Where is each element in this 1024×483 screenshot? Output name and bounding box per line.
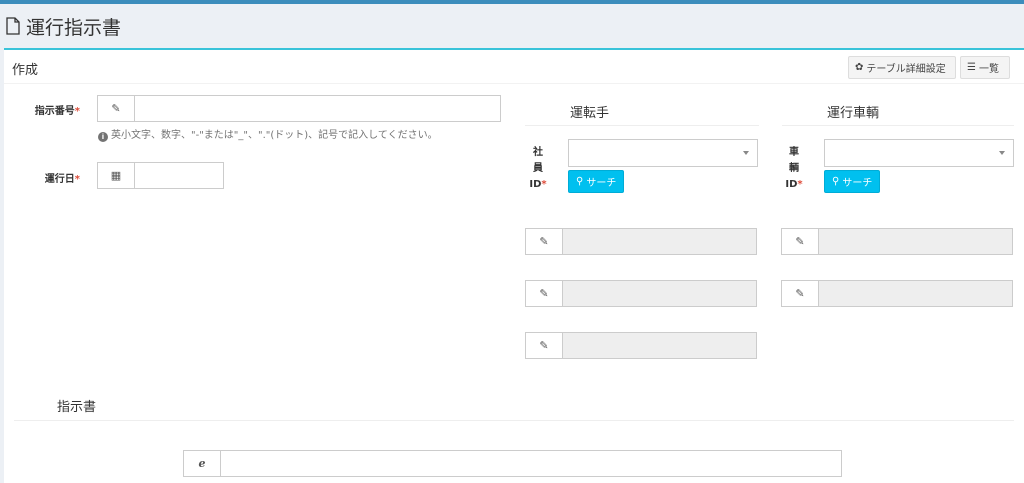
employee-id-select[interactable] <box>568 139 758 167</box>
operation-date-input[interactable] <box>134 162 224 189</box>
pencil-icon: ✎ <box>97 95 135 122</box>
operation-date-label: 運行日* <box>14 170 80 185</box>
panel-title: 作成 <box>12 63 39 78</box>
driver-field-1 <box>562 228 757 255</box>
magnifier-icon: ⚲ <box>832 176 840 187</box>
employee-id-label: 社 員 ID* <box>528 145 548 193</box>
vehicle-id-select[interactable] <box>824 139 1014 167</box>
divider <box>14 420 1014 421</box>
divider <box>782 125 1014 126</box>
divider <box>525 125 759 126</box>
panel-header: 作成 ✿ テーブル詳細設定 ☰ 一覧 <box>4 50 1024 84</box>
pencil-icon: ✎ <box>781 228 819 255</box>
instruction-input[interactable] <box>220 450 842 477</box>
instruction-section-title: 指示書 <box>57 400 97 415</box>
chevron-down-icon <box>999 151 1005 155</box>
label-char: ID <box>785 179 798 190</box>
required-mark: * <box>541 179 547 190</box>
instruction-number-label: 指示番号* <box>14 102 80 117</box>
table-settings-label: テーブル詳細設定 <box>866 64 946 75</box>
pencil-icon: ✎ <box>525 228 563 255</box>
vehicle-search-button[interactable]: ⚲ サーチ <box>824 170 881 193</box>
vehicle-section-title: 運行車輌 <box>827 106 880 121</box>
magnifier-icon: ⚲ <box>576 176 584 187</box>
label-char: 員 <box>533 163 543 174</box>
help-text: 英小文字、数字、"-"または"_"、"."(ドット)、記号で記入してください。 <box>111 130 438 141</box>
instruction-number-help: i 英小文字、数字、"-"または"_"、"."(ドット)、記号で記入してください。 <box>98 126 438 142</box>
create-panel: 作成 ✿ テーブル詳細設定 ☰ 一覧 指示番号* ✎ i 英小文字、数字、"-"ま… <box>4 48 1024 483</box>
required-mark: * <box>797 179 803 190</box>
vehicle-field-1 <box>818 228 1013 255</box>
required-mark: * <box>74 106 80 117</box>
table-settings-button[interactable]: ✿ テーブル詳細設定 <box>848 56 956 79</box>
vehicle-field-2 <box>818 280 1013 307</box>
driver-field-2 <box>562 280 757 307</box>
pencil-icon: ✎ <box>781 280 819 307</box>
label-char: 車 <box>789 147 799 158</box>
internet-explorer-icon: e <box>183 450 221 477</box>
chevron-down-icon <box>743 151 749 155</box>
document-icon <box>6 17 20 35</box>
instruction-number-label-text: 指示番号 <box>34 106 75 117</box>
page-header: 運行指示書 <box>0 4 1024 48</box>
pencil-icon: ✎ <box>525 280 563 307</box>
employee-search-button[interactable]: ⚲ サーチ <box>568 170 625 193</box>
calendar-icon[interactable]: ▦ <box>97 162 135 189</box>
driver-section-title: 運転手 <box>570 106 610 121</box>
gear-icon: ✿ <box>855 62 864 73</box>
required-mark: * <box>74 174 80 185</box>
search-label: サーチ <box>842 178 873 189</box>
page-title: 運行指示書 <box>26 16 122 39</box>
list-button[interactable]: ☰ 一覧 <box>960 56 1010 79</box>
list-label: 一覧 <box>978 64 999 75</box>
vehicle-id-label: 車 輌 ID* <box>784 145 804 193</box>
instruction-number-input[interactable] <box>134 95 501 122</box>
list-icon: ☰ <box>967 62 976 73</box>
label-char: ID <box>529 179 542 190</box>
pencil-icon: ✎ <box>525 332 563 359</box>
driver-field-3 <box>562 332 757 359</box>
info-icon: i <box>98 132 108 142</box>
search-label: サーチ <box>586 178 617 189</box>
label-char: 輌 <box>789 163 799 174</box>
operation-date-label-text: 運行日 <box>44 174 75 185</box>
label-char: 社 <box>533 147 543 158</box>
